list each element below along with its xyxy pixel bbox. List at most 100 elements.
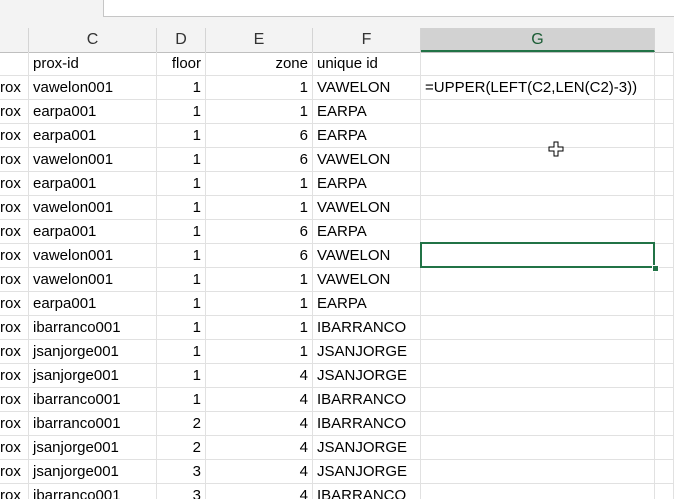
cell-g[interactable] — [421, 316, 655, 340]
cell-g[interactable] — [421, 124, 655, 148]
cell-b[interactable]: rox — [0, 412, 29, 436]
cell-zone[interactable]: 1 — [206, 100, 313, 124]
cell-h[interactable] — [655, 316, 674, 340]
cell-prox-id[interactable]: jsanjorge001 — [29, 460, 157, 484]
cell-g[interactable] — [421, 364, 655, 388]
cell-floor[interactable]: 3 — [157, 460, 206, 484]
cell-h[interactable] — [655, 364, 674, 388]
cell-prox-id[interactable]: vawelon001 — [29, 148, 157, 172]
cell-prox-id[interactable]: ibarranco001 — [29, 316, 157, 340]
cell-zone[interactable]: 4 — [206, 364, 313, 388]
cell-b[interactable]: rox — [0, 172, 29, 196]
cell-b[interactable]: rox — [0, 196, 29, 220]
cell-zone[interactable]: 1 — [206, 292, 313, 316]
cell-unique-id[interactable]: VAWELON — [313, 196, 421, 220]
cell-prox-id[interactable]: vawelon001 — [29, 196, 157, 220]
cell-prox-id[interactable]: jsanjorge001 — [29, 364, 157, 388]
cell-b[interactable]: rox — [0, 76, 29, 100]
cell-floor[interactable]: 1 — [157, 148, 206, 172]
cell-floor[interactable]: 1 — [157, 196, 206, 220]
cell-floor[interactable]: 2 — [157, 412, 206, 436]
cell-g[interactable] — [421, 172, 655, 196]
cell-floor[interactable]: 1 — [157, 76, 206, 100]
cell-b[interactable]: rox — [0, 292, 29, 316]
cell-unique-id[interactable]: EARPA — [313, 100, 421, 124]
cell-b[interactable]: rox — [0, 364, 29, 388]
cell-zone[interactable]: 6 — [206, 220, 313, 244]
cell-floor[interactable]: 1 — [157, 364, 206, 388]
cell-unique-id[interactable]: JSANJORGE — [313, 340, 421, 364]
cell-b[interactable]: rox — [0, 484, 29, 499]
cell-g[interactable] — [421, 460, 655, 484]
cell-h[interactable] — [655, 196, 674, 220]
cell-unique-id[interactable]: VAWELON — [313, 244, 421, 268]
column-header-h[interactable] — [655, 28, 674, 52]
cell-unique-id[interactable]: unique id — [313, 52, 421, 76]
cell-zone[interactable]: 1 — [206, 268, 313, 292]
column-header-f[interactable]: F — [313, 28, 421, 52]
cell-b[interactable]: rox — [0, 124, 29, 148]
cell-floor[interactable]: 1 — [157, 244, 206, 268]
cell-unique-id[interactable]: IBARRANCO — [313, 388, 421, 412]
cell-h[interactable] — [655, 484, 674, 499]
cell-h[interactable] — [655, 436, 674, 460]
cell-h[interactable] — [655, 220, 674, 244]
cell-prox-id[interactable]: ibarranco001 — [29, 412, 157, 436]
cell-prox-id[interactable]: jsanjorge001 — [29, 436, 157, 460]
cell-floor[interactable]: 1 — [157, 268, 206, 292]
cell-b[interactable]: rox — [0, 100, 29, 124]
cell-zone[interactable]: 1 — [206, 340, 313, 364]
cell-h[interactable] — [655, 76, 674, 100]
cell-prox-id[interactable]: earpa001 — [29, 220, 157, 244]
cell-zone[interactable]: 1 — [206, 316, 313, 340]
cell-unique-id[interactable]: JSANJORGE — [313, 460, 421, 484]
cell-unique-id[interactable]: VAWELON — [313, 148, 421, 172]
cell-b[interactable]: rox — [0, 460, 29, 484]
cell-h[interactable] — [655, 460, 674, 484]
cell-b[interactable]: rox — [0, 436, 29, 460]
cell-floor[interactable]: 1 — [157, 292, 206, 316]
cell-prox-id[interactable]: earpa001 — [29, 292, 157, 316]
cell-g[interactable] — [421, 436, 655, 460]
cell-unique-id[interactable]: EARPA — [313, 292, 421, 316]
column-header-d[interactable]: D — [157, 28, 206, 52]
cell-prox-id[interactable]: vawelon001 — [29, 76, 157, 100]
cell-h[interactable] — [655, 292, 674, 316]
cell-b[interactable]: rox — [0, 316, 29, 340]
cell-unique-id[interactable]: VAWELON — [313, 268, 421, 292]
cell-floor[interactable]: 1 — [157, 388, 206, 412]
cell-zone[interactable]: zone — [206, 52, 313, 76]
cell-unique-id[interactable]: EARPA — [313, 124, 421, 148]
cell-floor[interactable]: 1 — [157, 124, 206, 148]
cell-b[interactable]: rox — [0, 268, 29, 292]
cell-h[interactable] — [655, 172, 674, 196]
cell-b[interactable]: rox — [0, 244, 29, 268]
cell-b[interactable]: rox — [0, 340, 29, 364]
cell-g[interactable] — [421, 196, 655, 220]
cell-h[interactable] — [655, 52, 674, 76]
cell-g[interactable] — [421, 52, 655, 76]
cell-floor[interactable]: 2 — [157, 436, 206, 460]
cell-floor[interactable]: 1 — [157, 220, 206, 244]
cell-g[interactable] — [421, 388, 655, 412]
cell-g[interactable] — [421, 100, 655, 124]
cell-b[interactable] — [0, 52, 29, 76]
cell-zone[interactable]: 4 — [206, 460, 313, 484]
cell-unique-id[interactable]: VAWELON — [313, 76, 421, 100]
cell-g[interactable] — [421, 268, 655, 292]
cell-floor[interactable]: 1 — [157, 340, 206, 364]
cell-zone[interactable]: 6 — [206, 244, 313, 268]
cell-h[interactable] — [655, 124, 674, 148]
cell-floor[interactable]: floor — [157, 52, 206, 76]
cell-prox-id[interactable]: vawelon001 — [29, 268, 157, 292]
cell-zone[interactable]: 4 — [206, 412, 313, 436]
cell-zone[interactable]: 4 — [206, 484, 313, 499]
cell-prox-id[interactable]: earpa001 — [29, 124, 157, 148]
cell-floor[interactable]: 1 — [157, 100, 206, 124]
cell-floor[interactable]: 1 — [157, 316, 206, 340]
cell-g[interactable]: =UPPER(LEFT(C2,LEN(C2)-3)) — [421, 76, 655, 100]
cell-g[interactable] — [421, 484, 655, 499]
cell-b[interactable]: rox — [0, 148, 29, 172]
fill-handle[interactable] — [652, 265, 659, 272]
cell-h[interactable] — [655, 340, 674, 364]
